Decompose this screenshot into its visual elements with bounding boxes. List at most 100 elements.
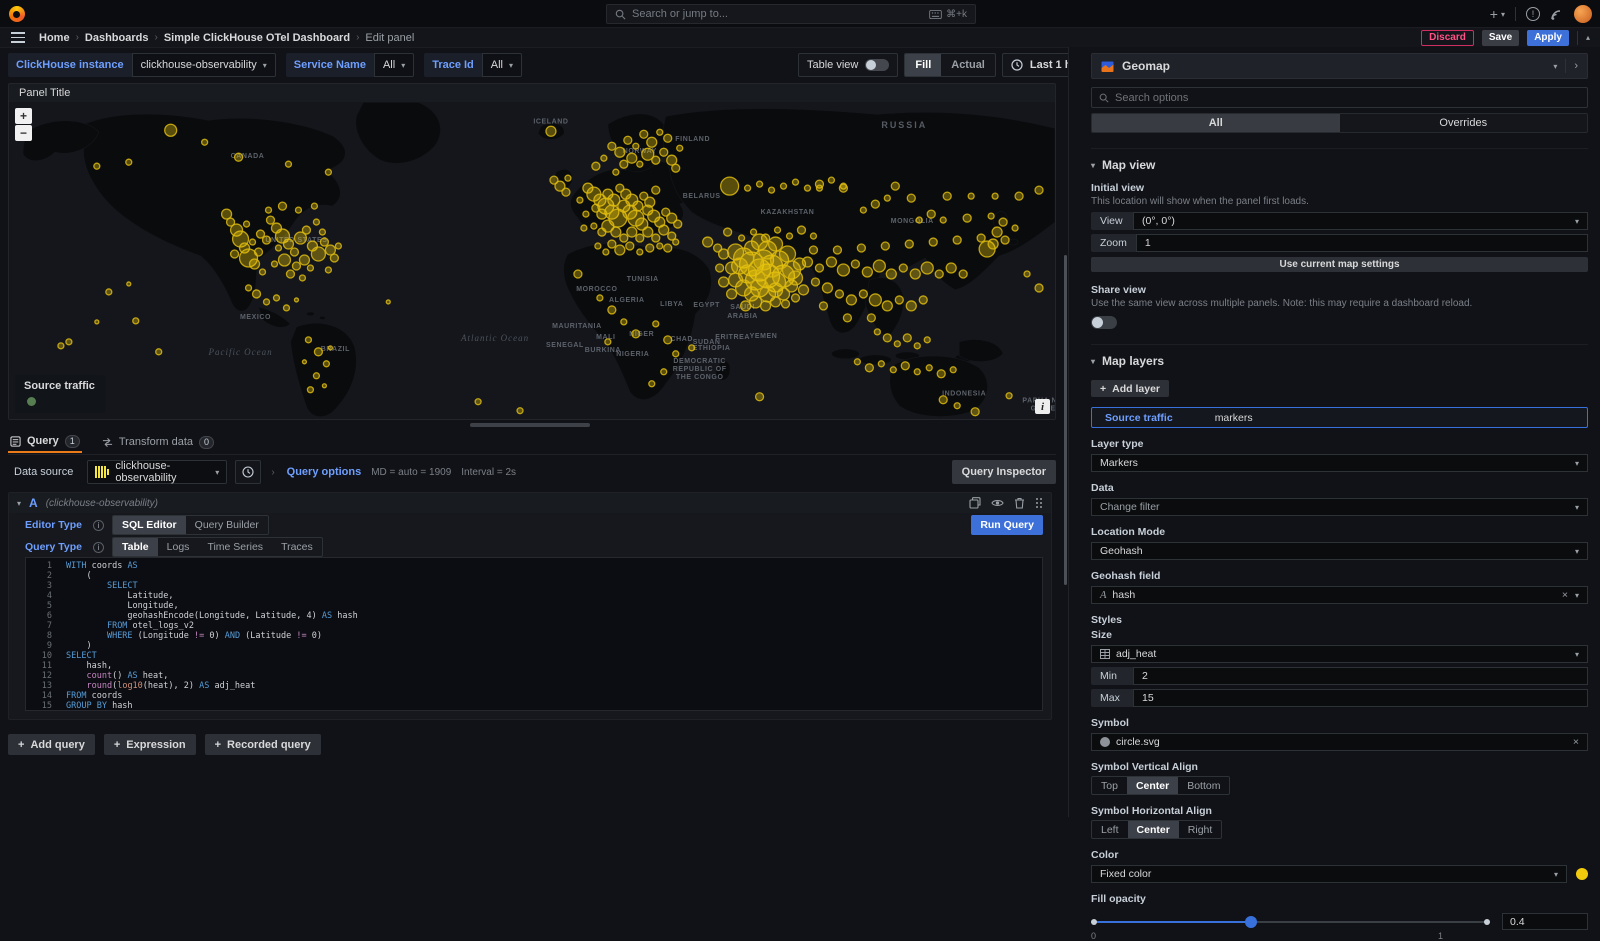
map-marker[interactable]: [810, 233, 816, 239]
use-current-map-settings-button[interactable]: Use current map settings: [1091, 257, 1588, 272]
map-marker[interactable]: [330, 254, 338, 262]
map-marker[interactable]: [592, 162, 600, 170]
map-marker[interactable]: [988, 239, 998, 249]
sql-line[interactable]: 5 Longitude,: [26, 601, 1042, 611]
map-marker[interactable]: [299, 255, 309, 265]
map-marker[interactable]: [860, 207, 866, 213]
map-marker[interactable]: [907, 194, 915, 202]
map-marker[interactable]: [286, 270, 294, 278]
map-marker[interactable]: [328, 346, 332, 350]
map-marker[interactable]: [652, 156, 660, 164]
map-marker[interactable]: [562, 188, 570, 196]
variable-value-dropdown[interactable]: All▾: [374, 53, 414, 77]
map-marker[interactable]: [250, 239, 256, 245]
sql-line[interactable]: 10SELECT: [26, 651, 1042, 661]
map-marker[interactable]: [929, 238, 937, 246]
map-marker[interactable]: [977, 234, 985, 242]
map-marker[interactable]: [884, 195, 890, 201]
duplicate-icon[interactable]: [969, 497, 981, 509]
min-input[interactable]: 2: [1133, 667, 1588, 685]
map-marker[interactable]: [652, 186, 660, 194]
map-marker[interactable]: [1006, 393, 1012, 399]
query-options-link[interactable]: Query options: [287, 466, 362, 478]
map-marker[interactable]: [313, 219, 319, 225]
map-marker[interactable]: [878, 361, 884, 367]
max-input[interactable]: 15: [1133, 689, 1588, 707]
map-marker[interactable]: [865, 364, 873, 372]
map-marker[interactable]: [881, 242, 889, 250]
view-select[interactable]: (0°, 0°)▾: [1133, 212, 1588, 230]
traces-option[interactable]: Traces: [272, 538, 322, 556]
map-marker[interactable]: [323, 361, 329, 367]
map-marker[interactable]: [156, 349, 162, 355]
map-marker[interactable]: [751, 229, 757, 235]
map-marker[interactable]: [475, 399, 481, 405]
map-marker[interactable]: [716, 264, 724, 272]
map-marker[interactable]: [943, 192, 951, 200]
map-marker[interactable]: [940, 217, 946, 223]
collapse-options-icon[interactable]: ▴: [1586, 33, 1590, 42]
align-right-option[interactable]: Right: [1179, 821, 1222, 838]
map-marker[interactable]: [1015, 192, 1023, 200]
map-marker[interactable]: [267, 216, 275, 224]
map-marker[interactable]: [305, 337, 311, 343]
fill-opacity-slider[interactable]: [1091, 916, 1490, 928]
map-marker[interactable]: [862, 267, 872, 277]
breadcrumb-dashboards[interactable]: Dashboards: [85, 32, 149, 44]
map-marker[interactable]: [761, 301, 771, 311]
color-select[interactable]: Fixed color▾: [1091, 865, 1567, 883]
map-marker[interactable]: [664, 244, 672, 252]
map-marker[interactable]: [890, 367, 896, 373]
map-marker[interactable]: [854, 359, 860, 365]
map-marker[interactable]: [627, 153, 637, 163]
map-marker[interactable]: [1024, 271, 1030, 277]
map-marker[interactable]: [882, 301, 892, 311]
map-marker[interactable]: [643, 227, 653, 237]
actual-option[interactable]: Actual: [941, 54, 995, 76]
map-marker[interactable]: [1012, 225, 1018, 231]
tab-overrides[interactable]: Overrides: [1340, 114, 1588, 132]
map-marker[interactable]: [894, 341, 900, 347]
map-marker[interactable]: [613, 169, 619, 175]
map-marker[interactable]: [726, 262, 738, 274]
news-icon[interactable]: [1550, 7, 1564, 21]
map-marker[interactable]: [664, 336, 672, 344]
map-marker[interactable]: [633, 143, 639, 149]
slider-handle[interactable]: [1245, 916, 1257, 928]
sql-line[interactable]: 1WITH coords AS: [26, 561, 1042, 571]
sql-editor[interactable]: 1WITH coords AS2 (3 SELECT4 Latitude,5 L…: [25, 557, 1043, 711]
menu-icon[interactable]: [11, 32, 25, 43]
map-marker[interactable]: [313, 373, 319, 379]
map-marker[interactable]: [781, 183, 787, 189]
map-marker[interactable]: [307, 265, 313, 271]
map-marker[interactable]: [826, 257, 836, 267]
map-marker[interactable]: [278, 254, 290, 266]
map-marker[interactable]: [295, 207, 301, 213]
map-marker[interactable]: [835, 290, 843, 298]
query-inspector-button[interactable]: Query Inspector: [952, 460, 1056, 484]
map-marker[interactable]: [608, 306, 616, 314]
map-marker[interactable]: [905, 240, 913, 248]
breadcrumb-home[interactable]: Home: [39, 32, 70, 44]
map-marker[interactable]: [727, 289, 737, 299]
map-marker[interactable]: [597, 295, 603, 301]
map-marker[interactable]: [906, 301, 916, 311]
sql-line[interactable]: 14FROM coords: [26, 691, 1042, 701]
map-marker[interactable]: [843, 314, 851, 322]
map-marker[interactable]: [292, 262, 300, 270]
chevron-right-icon[interactable]: ›: [271, 467, 274, 478]
map-marker[interactable]: [919, 296, 927, 304]
map-marker[interactable]: [649, 381, 655, 387]
avatar[interactable]: [1574, 5, 1592, 23]
run-query-button[interactable]: Run Query: [971, 515, 1043, 535]
map-marker[interactable]: [797, 226, 805, 234]
map-marker[interactable]: [615, 147, 625, 157]
map-marker[interactable]: [729, 273, 743, 287]
map-marker[interactable]: [780, 246, 796, 262]
map-marker[interactable]: [992, 193, 998, 199]
map-marker[interactable]: [899, 264, 907, 272]
map-marker[interactable]: [546, 126, 556, 136]
tab-transform-data[interactable]: Transform data 0: [100, 431, 216, 453]
sql-line[interactable]: 15GROUP BY hash: [26, 701, 1042, 711]
map-marker[interactable]: [620, 234, 628, 242]
